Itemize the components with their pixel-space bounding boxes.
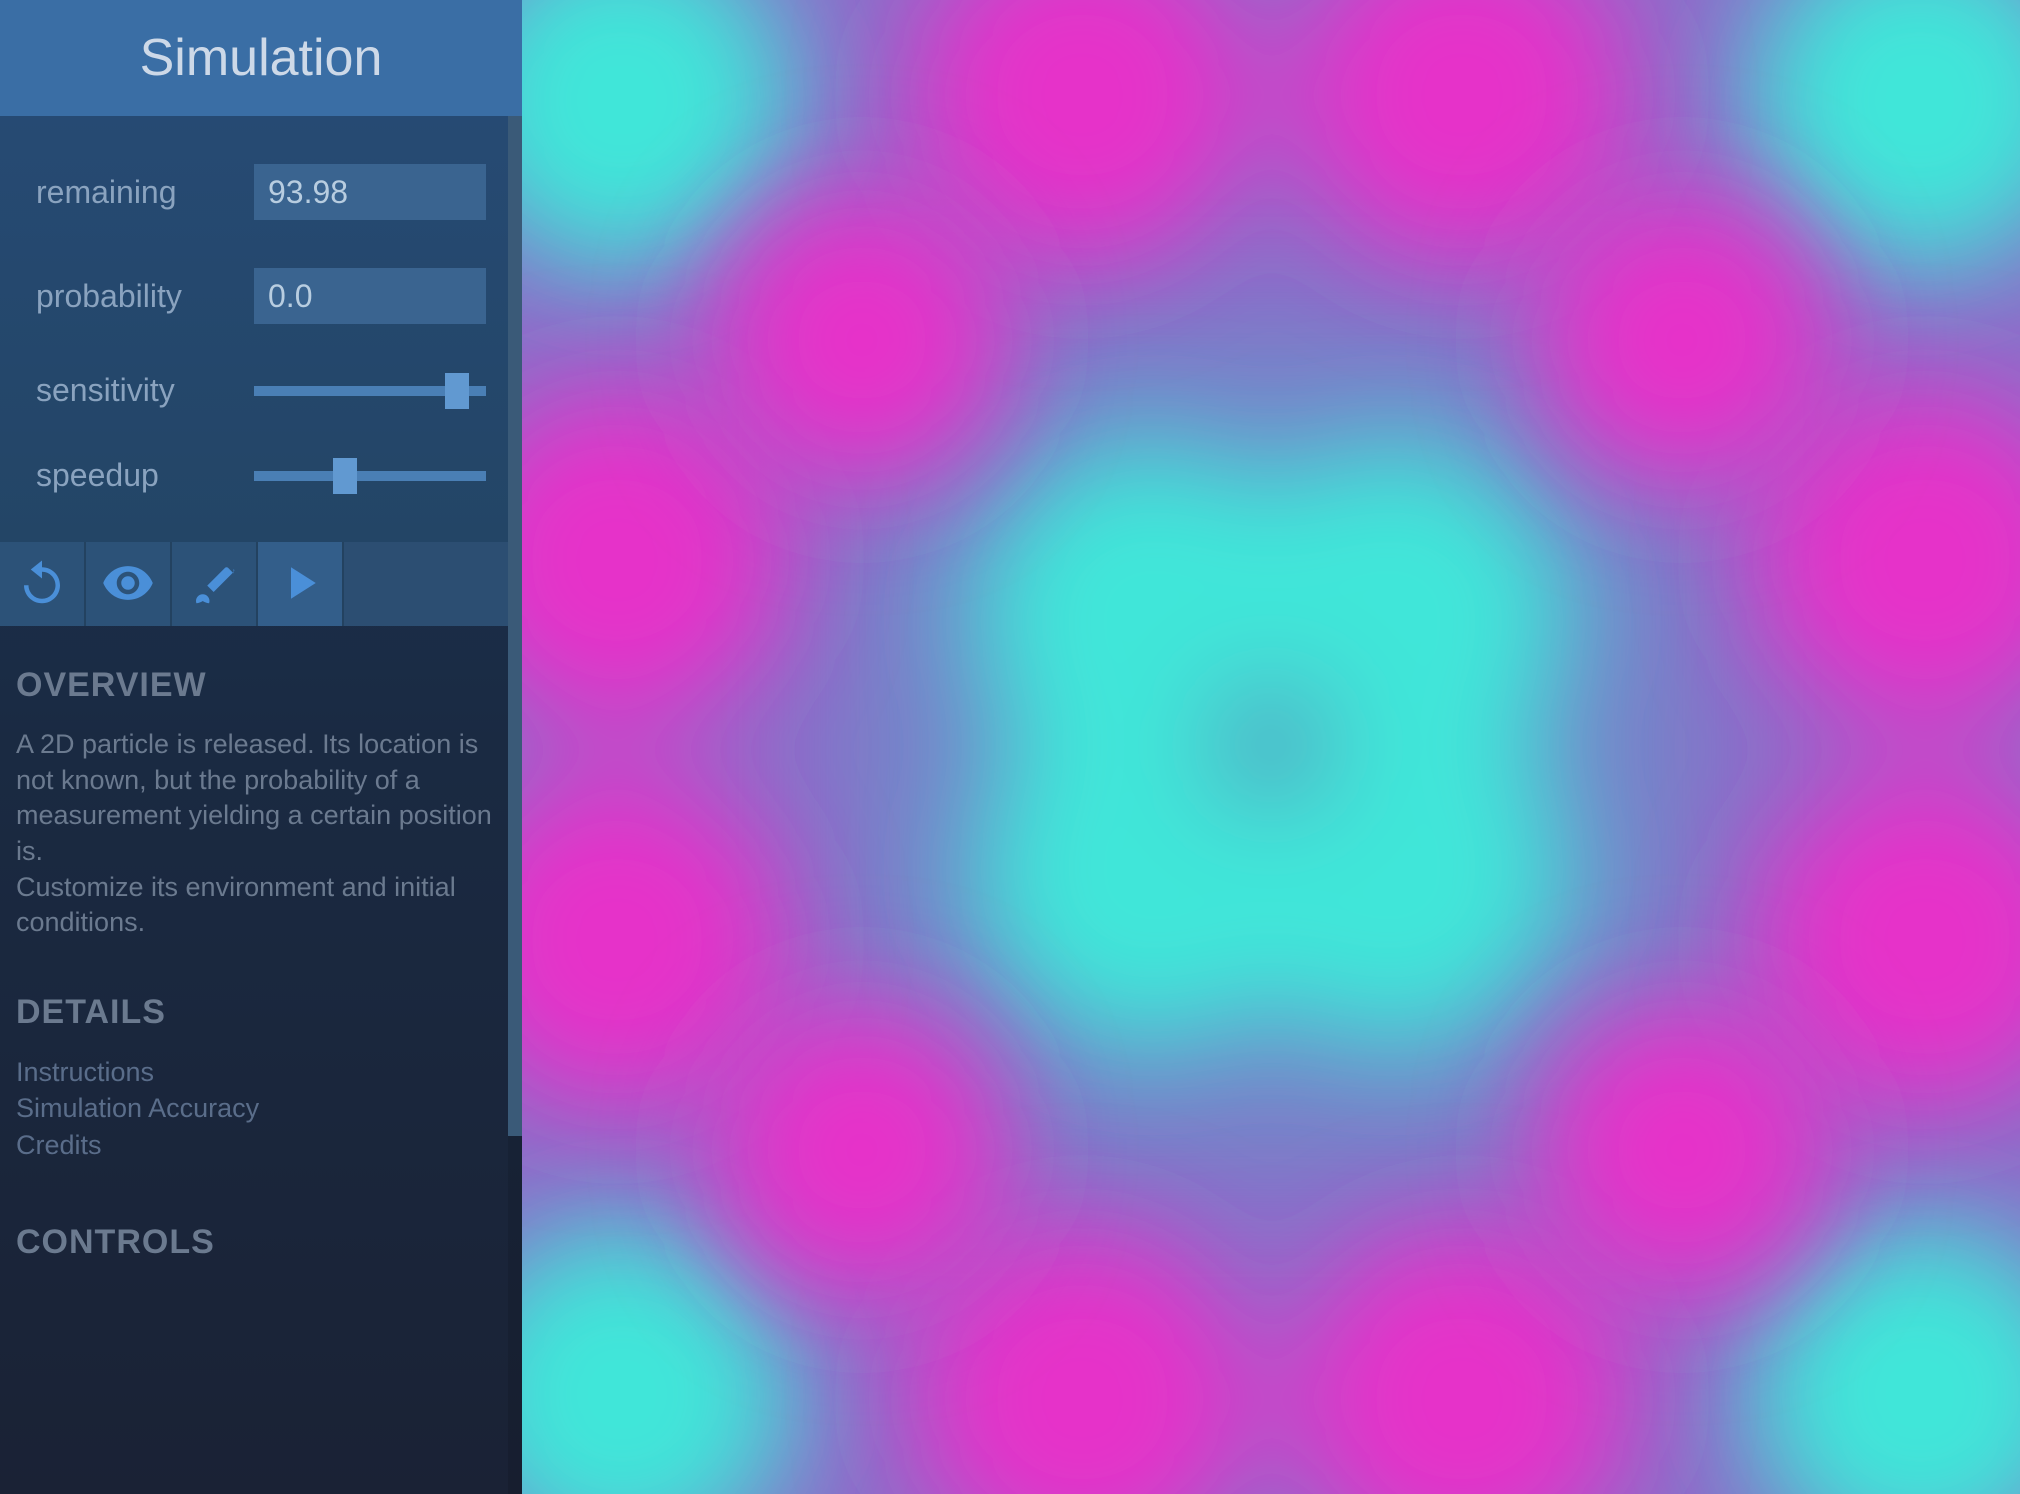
reset-icon — [15, 556, 69, 613]
eye-icon — [101, 556, 155, 613]
play-button[interactable] — [258, 542, 344, 626]
remaining-input[interactable] — [254, 164, 486, 220]
controls-heading: CONTROLS — [16, 1223, 506, 1262]
speedup-row: speedup — [36, 457, 486, 494]
scrollbar-track[interactable] — [508, 116, 522, 1494]
link-simulation-accuracy[interactable]: Simulation Accuracy — [16, 1090, 506, 1126]
wavefunction-visualization — [522, 0, 2020, 1494]
toolbar — [0, 542, 522, 626]
speedup-label: speedup — [36, 457, 159, 494]
sensitivity-label: sensitivity — [36, 372, 175, 409]
overview-text: A 2D particle is released. Its location … — [16, 727, 506, 941]
app-title: Simulation — [140, 28, 383, 88]
title-bar: Simulation — [0, 0, 522, 116]
details-heading: DETAILS — [16, 993, 506, 1032]
scrollbar-thumb[interactable] — [508, 116, 522, 1136]
info-section: OVERVIEW A 2D particle is released. Its … — [0, 626, 522, 1494]
probability-input[interactable] — [254, 268, 486, 324]
brush-icon — [187, 556, 241, 613]
brush-button[interactable] — [172, 542, 258, 626]
details-links: Instructions Simulation Accuracy Credits — [16, 1054, 506, 1163]
speedup-slider-wrap — [254, 471, 486, 481]
remaining-row: remaining — [36, 164, 486, 220]
link-credits[interactable]: Credits — [16, 1127, 506, 1163]
probability-row: probability — [36, 268, 486, 324]
sidebar: Simulation remaining probability sensiti… — [0, 0, 522, 1494]
view-button[interactable] — [86, 542, 172, 626]
sensitivity-slider[interactable] — [254, 386, 486, 396]
reset-button[interactable] — [0, 542, 86, 626]
link-instructions[interactable]: Instructions — [16, 1054, 506, 1090]
speedup-slider[interactable] — [254, 471, 486, 481]
play-icon — [273, 556, 327, 613]
sensitivity-slider-wrap — [254, 386, 486, 396]
visualization-canvas[interactable] — [522, 0, 2020, 1494]
overview-heading: OVERVIEW — [16, 666, 506, 705]
remaining-label: remaining — [36, 174, 177, 211]
sensitivity-row: sensitivity — [36, 372, 486, 409]
controls-panel: remaining probability sensitivity speedu… — [0, 116, 522, 542]
probability-label: probability — [36, 278, 182, 315]
